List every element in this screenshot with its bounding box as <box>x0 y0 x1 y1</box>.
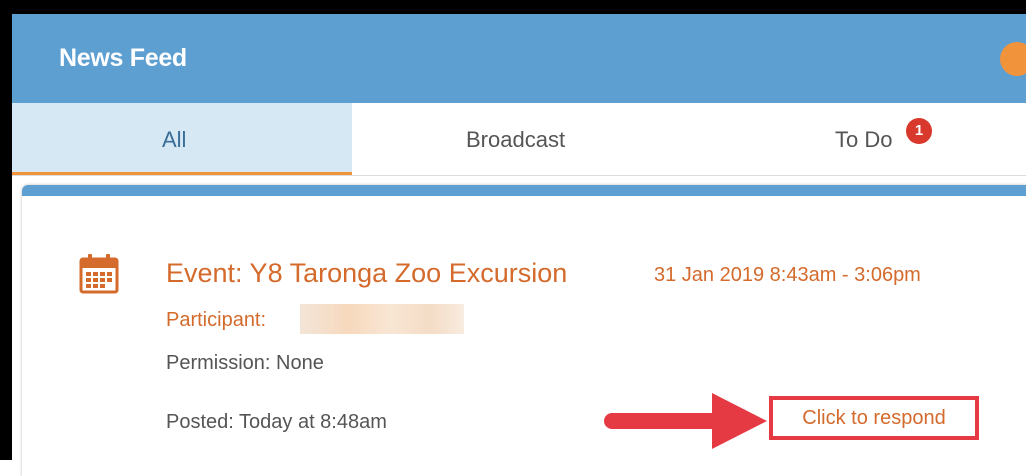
screenshot-border-top <box>0 0 1026 14</box>
event-date-range: 31 Jan 2019 8:43am - 3:06pm <box>654 264 921 286</box>
participant-label: Participant: <box>166 309 267 331</box>
tab-broadcast[interactable]: Broadcast <box>352 103 692 175</box>
click-to-respond-link[interactable]: Click to respond <box>773 400 975 436</box>
tab-to-do-label: To Do <box>835 127 893 152</box>
tab-all[interactable]: All <box>12 103 352 175</box>
to-do-count-badge: 1 <box>906 118 932 144</box>
event-card: Event: Y8 Taronga Zoo Excursion 31 Jan 2… <box>22 185 1026 476</box>
status-dot <box>1000 42 1026 76</box>
event-title[interactable]: Event: Y8 Taronga Zoo Excursion <box>166 258 567 289</box>
page-title: News Feed <box>59 44 187 72</box>
participant-name-redacted <box>300 304 464 334</box>
tab-to-do[interactable]: To Do 1 <box>692 103 1026 175</box>
annotation-highlight-box: Click to respond <box>769 396 979 440</box>
news-feed-header: News Feed <box>12 14 1026 103</box>
tab-all-label: All <box>162 127 187 152</box>
permission-status: Permission: None <box>166 352 324 374</box>
screenshot-border-left <box>0 0 12 460</box>
annotation-arrow <box>604 393 767 449</box>
posted-timestamp: Posted: Today at 8:48am <box>166 411 387 433</box>
feed-tabs: All Broadcast To Do 1 <box>12 103 1026 176</box>
tab-broadcast-label: Broadcast <box>466 127 566 152</box>
calendar-icon <box>79 254 119 294</box>
